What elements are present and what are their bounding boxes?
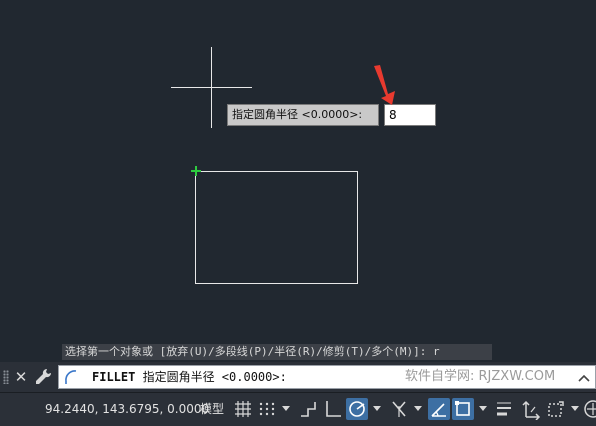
object-snap-icon[interactable]	[452, 398, 474, 420]
command-prompt-icon	[65, 370, 77, 384]
command-name: FILLET	[92, 370, 136, 384]
green-cross-marker-icon	[191, 166, 201, 176]
command-history-line: 选择第一个对象或 [放弃(U)/多段线(P)/半径(R)/修剪(T)/多个(M)…	[62, 344, 492, 360]
infer-constraints-icon[interactable]	[297, 398, 319, 420]
chevron-up-icon[interactable]	[577, 372, 591, 384]
chevron-down-icon[interactable]	[571, 406, 579, 412]
osnap-track-icon[interactable]	[428, 398, 450, 420]
chevron-down-icon[interactable]	[414, 406, 422, 412]
status-bar: 94.2440, 143.6795, 0.0000 模型	[0, 392, 596, 426]
rectangle-shape[interactable]	[195, 171, 358, 284]
coordinate-readout[interactable]: 94.2440, 143.6795, 0.0000	[45, 393, 209, 425]
model-space-button[interactable]: 模型	[197, 398, 227, 420]
chevron-down-icon[interactable]	[282, 406, 290, 412]
snap-icon[interactable]	[256, 398, 278, 420]
wrench-icon[interactable]	[34, 368, 52, 386]
ortho-icon[interactable]	[322, 398, 344, 420]
command-input[interactable]: FILLET 指定圆角半径 <0.0000>: 软件自学网: RJZXW.COM	[58, 365, 596, 389]
command-prompt-text: FILLET 指定圆角半径 <0.0000>:	[92, 366, 287, 388]
drawing-canvas[interactable]: 指定圆角半径 <0.0000>: 8 选择第一个对象或 [放弃(U)/多段线(P…	[0, 0, 596, 362]
command-line-bar: ✕ FILLET 指定圆角半径 <0.0000>: 软件自学网: RJZXW.C…	[0, 362, 596, 392]
close-icon[interactable]: ✕	[13, 367, 29, 387]
chevron-down-icon[interactable]	[479, 406, 487, 412]
polar-icon[interactable]	[346, 398, 368, 420]
drag-grip-icon[interactable]	[3, 370, 9, 384]
chevron-down-icon[interactable]	[373, 406, 381, 412]
command-prompt: 指定圆角半径 <0.0000>:	[135, 370, 287, 384]
red-arrow-annotation-icon	[374, 65, 395, 105]
selection-filter-icon[interactable]	[545, 398, 567, 420]
crosshair-vertical	[211, 47, 212, 128]
isodraft-icon[interactable]	[388, 398, 410, 420]
lineweight-icon[interactable]	[493, 398, 515, 420]
annotation-scale-icon[interactable]	[520, 398, 542, 420]
grid-icon[interactable]	[232, 398, 254, 420]
dynamic-input-field[interactable]: 8	[384, 104, 436, 126]
workspace-icon[interactable]	[582, 398, 596, 420]
watermark-text: 软件自学网: RJZXW.COM	[405, 369, 556, 384]
dynamic-input-prompt: 指定圆角半径 <0.0000>:	[227, 104, 379, 126]
